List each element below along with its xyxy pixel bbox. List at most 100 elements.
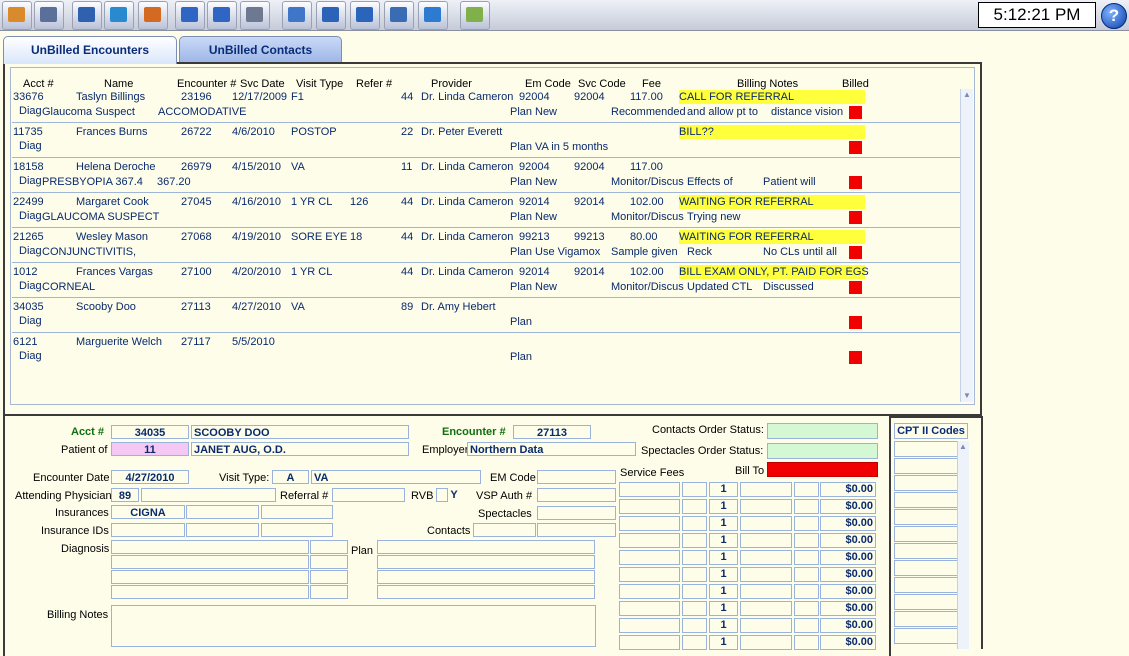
diagnosis-field[interactable] (111, 570, 309, 584)
cpt-code-row[interactable] (894, 611, 958, 627)
fee-qty-field[interactable]: 1 (709, 533, 738, 548)
cpt-code-row[interactable] (894, 594, 958, 610)
fee-modifier-field[interactable] (682, 482, 707, 497)
document-search-button[interactable] (175, 1, 205, 30)
screen-button[interactable] (350, 1, 380, 30)
bill-to-field[interactable] (767, 462, 878, 477)
fee-modifier-field[interactable] (682, 584, 707, 599)
billed-checkbox[interactable] (849, 106, 862, 119)
fee-amount-field[interactable]: $0.00 (820, 499, 876, 514)
diagnosis-field[interactable] (111, 585, 309, 599)
billed-checkbox[interactable] (849, 246, 862, 259)
contacts-field-1[interactable] (473, 523, 536, 537)
tab-unbilled-encounters[interactable]: UnBilled Encounters (3, 36, 177, 64)
fee-desc-field[interactable] (740, 533, 792, 548)
fee-code-field[interactable] (619, 601, 680, 616)
building-button[interactable] (72, 1, 102, 30)
fee-extra-field[interactable] (794, 550, 819, 565)
patient-of-name[interactable]: JANET AUG, O.D. (191, 442, 409, 456)
billed-checkbox[interactable] (849, 316, 862, 329)
fee-desc-field[interactable] (740, 635, 792, 650)
fee-modifier-field[interactable] (682, 499, 707, 514)
fee-code-field[interactable] (619, 584, 680, 599)
fee-amount-field[interactable]: $0.00 (820, 567, 876, 582)
diagnosis-code-field[interactable] (310, 585, 348, 599)
fee-desc-field[interactable] (740, 499, 792, 514)
insurance-3[interactable] (261, 505, 333, 519)
attending-code[interactable]: 89 (111, 488, 139, 502)
cpt-code-row[interactable] (894, 509, 958, 525)
fee-desc-field[interactable] (740, 618, 792, 633)
fee-code-field[interactable] (619, 567, 680, 582)
scroll-up-icon[interactable]: ▲ (962, 90, 972, 100)
fee-amount-field[interactable]: $0.00 (820, 482, 876, 497)
fee-amount-field[interactable]: $0.00 (820, 618, 876, 633)
cpt-code-row[interactable] (894, 560, 958, 576)
home-button[interactable] (2, 1, 32, 30)
billed-checkbox[interactable] (849, 281, 862, 294)
fee-extra-field[interactable] (794, 499, 819, 514)
em-code-field[interactable] (537, 470, 616, 484)
fee-amount-field[interactable]: $0.00 (820, 635, 876, 650)
hat-button[interactable] (138, 1, 168, 30)
diagnosis-code-field[interactable] (310, 570, 348, 584)
cpt-code-row[interactable] (894, 458, 958, 474)
fee-amount-field[interactable]: $0.00 (820, 601, 876, 616)
visit-type-field[interactable]: VA (311, 470, 481, 484)
tab-unbilled-contacts[interactable]: UnBilled Contacts (179, 36, 342, 63)
fee-qty-field[interactable]: 1 (709, 516, 738, 531)
plan-field[interactable] (377, 540, 595, 554)
acct-field[interactable]: 34035 (111, 425, 189, 439)
fee-desc-field[interactable] (740, 550, 792, 565)
plan-field[interactable] (377, 585, 595, 599)
document-search-2-button[interactable] (207, 1, 237, 30)
diagnosis-field[interactable] (111, 540, 309, 554)
fee-qty-field[interactable]: 1 (709, 567, 738, 582)
help-icon[interactable]: ? (1101, 3, 1127, 29)
fee-modifier-field[interactable] (682, 550, 707, 565)
fee-code-field[interactable] (619, 550, 680, 565)
cpt-code-row[interactable] (894, 577, 958, 593)
fee-qty-field[interactable]: 1 (709, 584, 738, 599)
cpt-code-row[interactable] (894, 543, 958, 559)
fee-extra-field[interactable] (794, 601, 819, 616)
cpt-code-row[interactable] (894, 628, 958, 644)
fee-amount-field[interactable]: $0.00 (820, 550, 876, 565)
fee-code-field[interactable] (619, 533, 680, 548)
pill-button[interactable] (104, 1, 134, 30)
fee-extra-field[interactable] (794, 533, 819, 548)
insurance-id-1[interactable] (111, 523, 185, 537)
hardware-button[interactable] (418, 1, 448, 30)
attending-name[interactable] (141, 488, 276, 502)
cpt-code-row[interactable] (894, 492, 958, 508)
acct-name-field[interactable]: SCOOBY DOO (191, 425, 409, 439)
fee-qty-field[interactable]: 1 (709, 499, 738, 514)
encounter-date-field[interactable]: 4/27/2010 (111, 470, 189, 484)
spectacles-field[interactable] (537, 506, 616, 520)
fee-modifier-field[interactable] (682, 533, 707, 548)
fee-extra-field[interactable] (794, 482, 819, 497)
insurance-1[interactable]: CIGNA (111, 505, 185, 519)
fee-qty-field[interactable]: 1 (709, 550, 738, 565)
diagnosis-code-field[interactable] (310, 555, 348, 569)
fee-modifier-field[interactable] (682, 635, 707, 650)
scroll-down-icon[interactable]: ▼ (962, 391, 972, 401)
fee-qty-field[interactable]: 1 (709, 482, 738, 497)
diagnosis-code-field[interactable] (310, 540, 348, 554)
fee-modifier-field[interactable] (682, 567, 707, 582)
insurance-2[interactable] (186, 505, 259, 519)
fee-desc-field[interactable] (740, 567, 792, 582)
fee-extra-field[interactable] (794, 567, 819, 582)
people-button[interactable] (34, 1, 64, 30)
fee-qty-field[interactable]: 1 (709, 601, 738, 616)
fee-extra-field[interactable] (794, 516, 819, 531)
cpt-scroll-up-icon[interactable]: ▲ (959, 442, 967, 451)
fee-amount-field[interactable]: $0.00 (820, 516, 876, 531)
insurance-id-2[interactable] (186, 523, 259, 537)
fee-desc-field[interactable] (740, 601, 792, 616)
employer-field[interactable]: Northern Data (467, 442, 636, 456)
grid-scrollbar[interactable]: ▲ ▼ (960, 89, 973, 402)
referral-field[interactable] (332, 488, 405, 502)
fee-modifier-field[interactable] (682, 516, 707, 531)
cpt-code-row[interactable] (894, 475, 958, 491)
